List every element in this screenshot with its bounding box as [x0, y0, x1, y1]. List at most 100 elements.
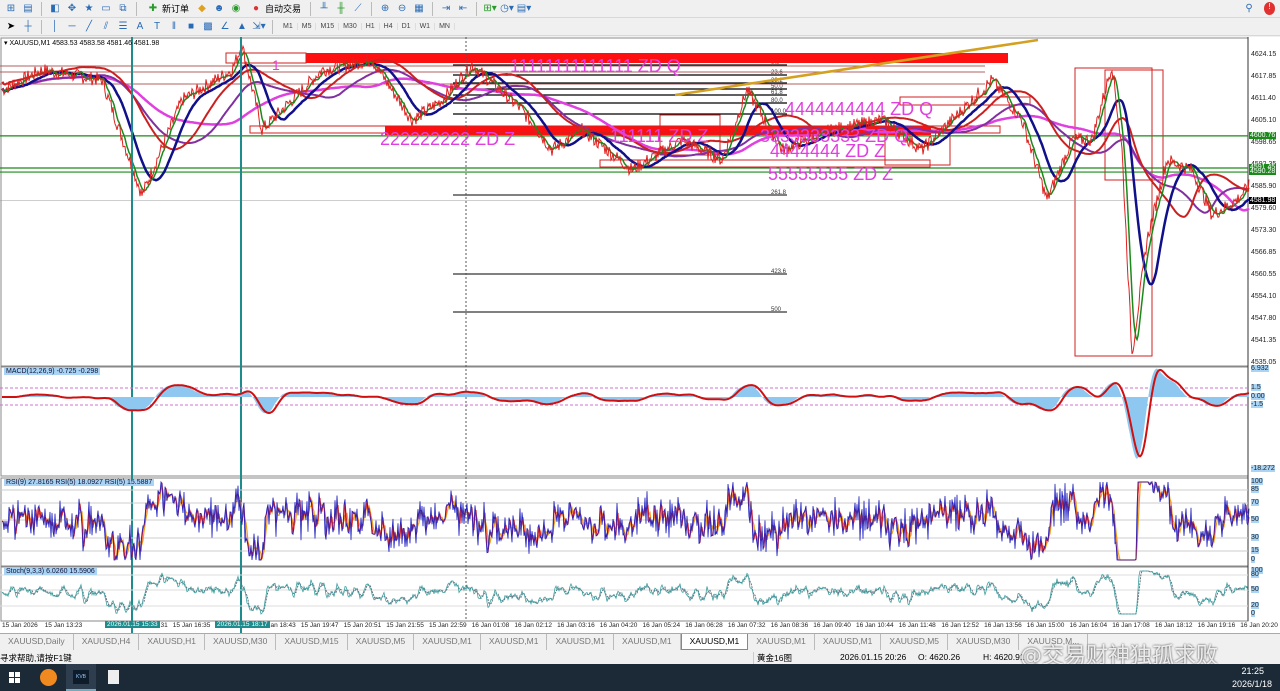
triangle-icon[interactable]: ▲	[235, 20, 249, 34]
indicators-icon[interactable]: ⊞▾	[483, 2, 497, 16]
pattern-icon[interactable]: ▩	[201, 20, 215, 34]
profile-name[interactable]: 黄金16图	[753, 652, 792, 664]
chart-tab[interactable]: XAUUSD,M1	[614, 634, 681, 650]
rsi-line-1	[1, 480, 1250, 561]
cursor-icon[interactable]: ➤	[4, 20, 18, 34]
trendline	[674, 38, 1039, 97]
timeframe-h1[interactable]: H1	[362, 23, 380, 30]
trendline-icon[interactable]: ╱	[82, 20, 96, 34]
profiles-icon[interactable]: ▤	[21, 2, 35, 16]
clock-time[interactable]: 21:25	[1241, 666, 1264, 676]
time-tick: 16 Jan 01:08	[471, 622, 510, 629]
chart-canvas[interactable]: 0.023.638.250.061.880.0100.0261.8423.650…	[0, 37, 1280, 633]
vertical-line-icon[interactable]: │	[48, 20, 62, 34]
windows-start-icon[interactable]	[9, 672, 20, 683]
cursor-time-label: 2026.01.15 15:33	[105, 621, 160, 628]
fib-level-label: 423.6	[771, 269, 787, 275]
main-toolbar: ⊞ ▤ ◧ ✥ ★ ▭ ⧉ ✚ 新订单 ◆ ☻ ◉ ● 自动交易 ╨ ╫ ⟋ ⊕ ⊖…	[0, 0, 1280, 18]
chart-tab[interactable]: XAUUSD,M15	[276, 634, 348, 650]
bar-high: H: 4620.91	[983, 652, 1025, 662]
data-window-icon[interactable]: ✥	[65, 2, 79, 16]
periods-icon[interactable]: ◷▾	[500, 2, 514, 16]
rsi-tick: 15	[1251, 547, 1259, 554]
time-tick: 16 Jan 16:04	[1069, 622, 1108, 629]
time-tick: 15 Jan 21:55	[386, 622, 424, 629]
chart-tab[interactable]: XAUUSD,M1	[815, 634, 882, 650]
time-tick: 15 Jan 16:35	[172, 622, 211, 629]
auto-trading-button[interactable]: ● 自动交易	[246, 1, 304, 17]
file-app-icon[interactable]	[108, 670, 119, 684]
navigator-icon[interactable]: ★	[82, 2, 96, 16]
timeframe-d1[interactable]: D1	[398, 23, 416, 30]
chart-tab[interactable]: XAUUSD,M5	[881, 634, 948, 650]
text-icon[interactable]: A	[133, 20, 147, 34]
price-tick: 4611.40	[1251, 95, 1276, 103]
chart-tab[interactable]: XAUUSD,M30	[205, 634, 277, 650]
chart-tab[interactable]: XAUUSD,M1	[680, 634, 749, 650]
new-order-icon: ✚	[148, 3, 158, 14]
clock-date[interactable]: 2026/1/18	[1232, 679, 1272, 689]
tile-windows-icon[interactable]: ▦	[412, 2, 426, 16]
macd-signal-line	[2, 368, 1250, 458]
mt4-app-icon[interactable]: KVB	[66, 664, 96, 691]
chart-tab[interactable]: XAUUSD,H1	[139, 634, 205, 650]
new-chart-icon[interactable]: ⊞	[4, 2, 18, 16]
price-tick: 4605.10	[1251, 116, 1277, 124]
zoom-in-icon[interactable]: ⊕	[378, 2, 392, 16]
market-icon[interactable]: ◉	[229, 2, 243, 16]
chart-tab[interactable]: XAUUSD,M1	[547, 634, 615, 650]
strategy-tester-icon[interactable]: ⧉	[116, 2, 130, 16]
templates-icon[interactable]: ▤▾	[517, 2, 531, 16]
chart-tab[interactable]: XAUUSD,M1	[481, 634, 548, 650]
chart-tab[interactable]: XAUUSD,M5	[348, 634, 415, 650]
timeframe-h4[interactable]: H4	[380, 23, 398, 30]
search-icon[interactable]: ⚲	[1242, 2, 1256, 16]
chart-tab[interactable]: XAUUSD,Daily	[0, 634, 74, 650]
browser-app-icon[interactable]	[40, 669, 57, 686]
arrows-icon[interactable]: ⇲▾	[252, 20, 266, 34]
new-order-button[interactable]: ✚ 新订单	[143, 1, 192, 17]
zoom-out-icon[interactable]: ⊖	[395, 2, 409, 16]
stoch-line	[1, 570, 1250, 615]
timeframe-m1[interactable]: M1	[279, 23, 298, 30]
timeframe-m15[interactable]: M15	[316, 23, 340, 30]
signals-icon[interactable]: ☻	[212, 2, 226, 16]
metaeditor-icon[interactable]: ◆	[195, 2, 209, 16]
cursor-time-label: 2026.01.15 18:17	[215, 621, 270, 628]
market-watch-icon[interactable]: ◧	[48, 2, 62, 16]
chart-shift-icon[interactable]: ⇤	[456, 2, 470, 16]
chart-tab[interactable]: XAUUSD,M1	[414, 634, 481, 650]
line-chart-icon[interactable]: ⟋	[351, 2, 365, 16]
timeframe-m30[interactable]: M30	[339, 23, 362, 30]
grid-lines-icon[interactable]: ‖	[167, 20, 181, 34]
equidistant-channel-icon[interactable]: ⫽	[99, 20, 113, 34]
terminal-icon[interactable]: ▭	[99, 2, 113, 16]
time-tick: 15 Jan 20:51	[343, 622, 382, 629]
time-tick: 16 Jan 02:12	[514, 622, 552, 629]
timeframe-mn[interactable]: MN	[435, 23, 455, 30]
horizontal-line-icon[interactable]: ─	[65, 20, 79, 34]
rsi-label: RSI(9) 27.8165 RSI(5) 18.0927 RSI(5) 15.…	[4, 479, 155, 486]
chart-tab[interactable]: XAUUSD,H4	[74, 634, 140, 650]
autoscroll-icon[interactable]: ⇥	[439, 2, 453, 16]
chart-tab[interactable]: XAUUSD,M30	[948, 634, 1020, 650]
timeframe-w1[interactable]: W1	[416, 23, 436, 30]
price-tick: 4598.65	[1251, 139, 1277, 147]
text-label-icon[interactable]: T	[150, 20, 164, 34]
stoch-tick: 0	[1251, 610, 1255, 617]
candlestick-icon[interactable]: ╫	[334, 2, 348, 16]
time-tick: 16 Jan 18:12	[1154, 622, 1193, 629]
price-tick: 4566.85	[1251, 249, 1277, 257]
rectangle-icon[interactable]: ■	[184, 20, 198, 34]
chart-tab[interactable]: XAUUSD,M1	[748, 634, 815, 650]
notification-icon[interactable]: !	[1264, 2, 1275, 15]
bar-chart-icon[interactable]: ╨	[317, 2, 331, 16]
chart-window[interactable]: 0.023.638.250.061.880.0100.0261.8423.650…	[0, 37, 1280, 633]
price-tick: 4573.30	[1251, 226, 1277, 234]
time-tick: 16 Jan 12:52	[941, 622, 979, 629]
angle-icon[interactable]: ∠	[218, 20, 232, 34]
timeframe-m5[interactable]: M5	[298, 23, 317, 30]
macd-label: MACD(12,26,9) -0.725 -0.298	[4, 368, 101, 375]
crosshair-icon[interactable]: ┼	[21, 20, 35, 34]
fibonacci-icon[interactable]: ☰	[116, 20, 130, 34]
